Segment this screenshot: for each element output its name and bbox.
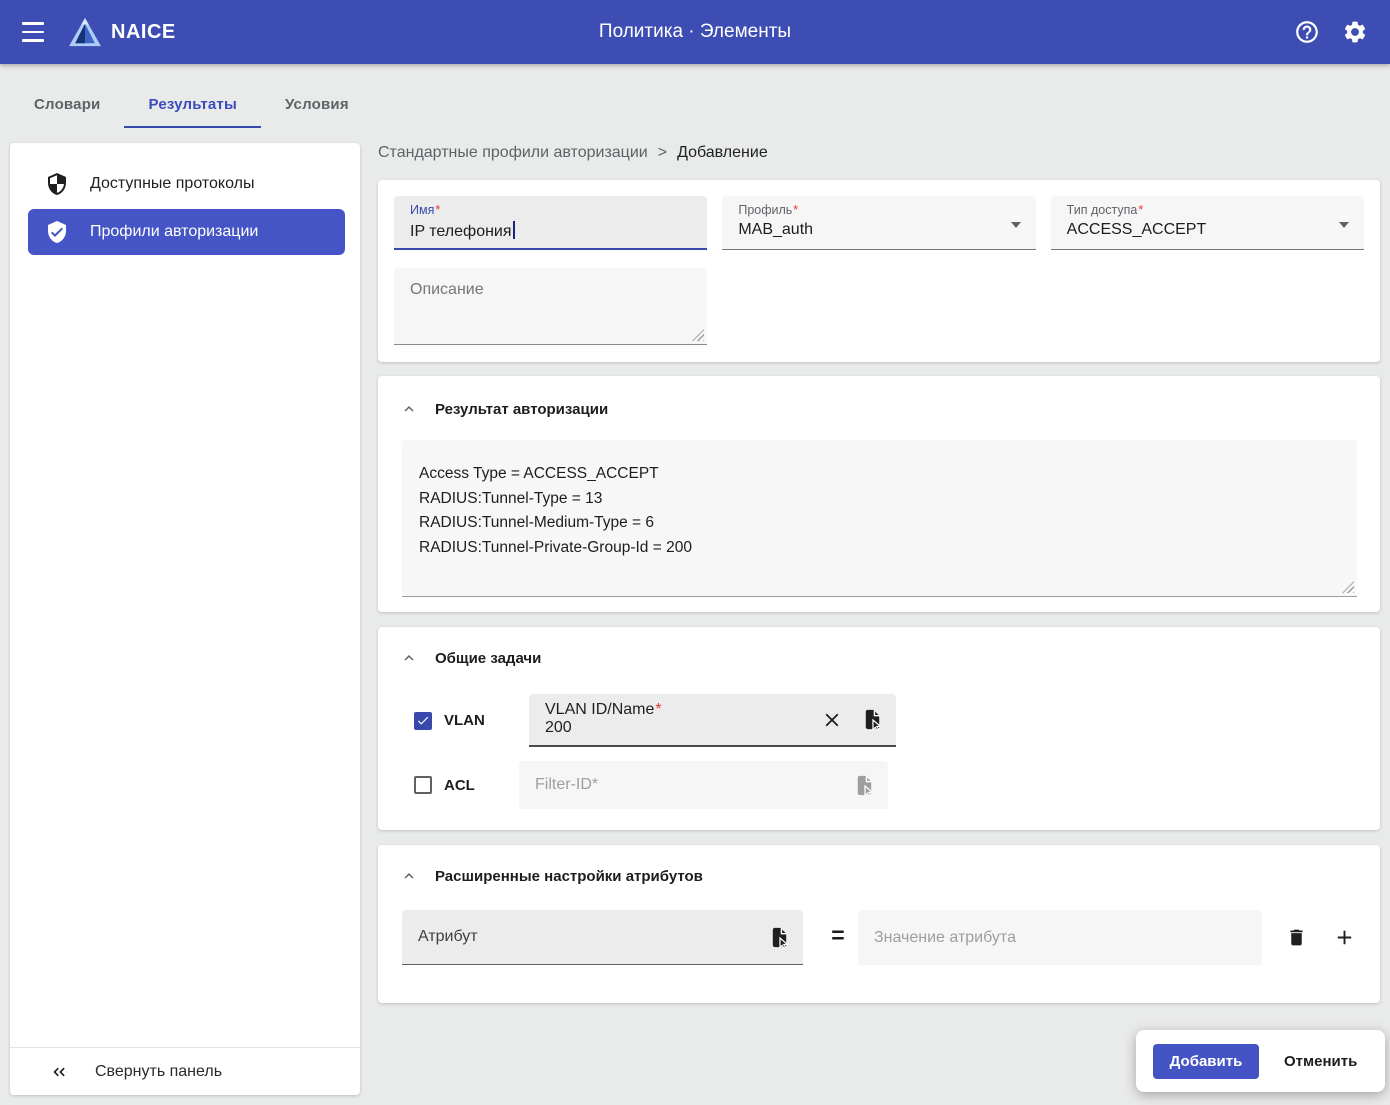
auth-result-card: Результат авторизации Access Type = ACCE… [378,376,1380,612]
tab-bar: Словари Результаты Условия [10,80,373,128]
required-asterisk: * [1138,203,1143,217]
description-textarea[interactable]: Описание [394,268,707,345]
name-field[interactable]: Имя* IP телефония [394,196,707,250]
profile-label: Профиль [738,203,792,217]
auth-result-text: Access Type = ACCESS_ACCEPT RADIUS:Tunne… [402,440,1357,582]
attribute-row: = [402,910,1356,965]
equals-sign: = [823,922,853,949]
shield-security-icon [45,172,69,196]
profile-select[interactable]: Профиль* MAB_auth [722,196,1035,250]
breadcrumb-current: Добавление [677,144,768,161]
sidebar: Доступные протоколы Профили авторизации … [10,143,360,1095]
collapse-panel-button[interactable]: Свернуть панель [10,1047,360,1095]
access-type-select[interactable]: Тип доступа* ACCESS_ACCEPT [1051,196,1364,250]
breadcrumb-parent[interactable]: Стандартные профили авторизации [378,144,648,161]
text-cursor [513,221,515,239]
attribute-field [402,910,803,965]
tab-dictionaries[interactable]: Словари [10,80,124,128]
advanced-attributes-card: Расширенные настройки атрибутов = [378,845,1380,1003]
vlan-task-row: VLAN VLAN ID/Name* 200 [414,694,485,747]
breadcrumb: Стандартные профили авторизации > Добавлен… [378,144,768,162]
filter-id-input[interactable] [535,776,844,794]
description-placeholder: Описание [394,268,707,312]
section-title: Общие задачи [435,650,541,667]
app-logo: NAICE [68,17,176,47]
appbar-actions [1294,19,1368,45]
double-chevron-left-icon [48,1062,68,1082]
menu-icon[interactable] [22,22,46,42]
gear-icon[interactable] [1342,19,1368,45]
required-asterisk: * [435,203,440,217]
app-header: NAICE Политика · Элементы [0,0,1390,64]
delete-icon[interactable] [1286,927,1307,948]
access-type-value: ACCESS_ACCEPT [1067,221,1348,239]
attribute-value-field [858,910,1262,965]
add-icon[interactable] [1333,926,1356,949]
acl-checkbox[interactable] [414,776,432,794]
profile-value: MAB_auth [738,221,1019,239]
vlan-id-label: VLAN ID/Name [545,701,654,718]
required-asterisk: * [655,701,661,718]
shield-check-icon [45,220,69,244]
breadcrumb-separator: > [658,144,667,161]
resize-handle-icon[interactable] [692,329,704,341]
tab-conditions[interactable]: Условия [261,80,373,128]
common-tasks-card: Общие задачи VLAN VLAN ID/Name* 200 ACL [378,627,1380,830]
tab-results[interactable]: Результаты [124,80,260,128]
sidebar-item-auth-profiles[interactable]: Профили авторизации [28,209,345,255]
attribute-input[interactable] [418,928,759,946]
collapse-panel-label: Свернуть панель [95,1063,222,1081]
sidebar-item-label: Профили авторизации [90,223,258,241]
section-title: Расширенные настройки атрибутов [435,868,703,885]
access-type-label: Тип доступа [1067,203,1138,217]
collapse-chevron-icon[interactable] [400,400,418,418]
sidebar-item-protocols[interactable]: Доступные протоколы [10,160,360,208]
logo-triangle-icon [68,17,102,47]
vlan-checkbox[interactable] [414,712,432,730]
sidebar-item-label: Доступные протоколы [90,175,254,193]
page-title: Политика · Элементы [0,21,1390,43]
dictionary-select-icon[interactable] [861,708,884,731]
name-value: IP телефония [410,223,512,240]
help-icon[interactable] [1294,19,1320,45]
app-name: NAICE [111,21,176,44]
chevron-down-icon[interactable] [1011,222,1021,228]
attribute-value-input[interactable] [874,929,1218,947]
clear-icon[interactable] [821,709,843,731]
vlan-checkbox-label: VLAN [444,712,485,729]
dictionary-select-icon[interactable] [768,926,791,949]
required-asterisk: * [793,203,798,217]
vlan-id-field[interactable]: VLAN ID/Name* 200 [529,694,896,747]
profile-form-card: Имя* IP телефония Профиль* MAB_auth Тип … [378,180,1380,362]
check-icon [416,713,430,728]
filter-id-field [519,761,888,809]
cancel-button[interactable]: Отменить [1284,1053,1357,1070]
collapse-chevron-icon[interactable] [400,649,418,667]
acl-checkbox-label: ACL [444,777,475,794]
dictionary-select-icon[interactable] [853,774,876,797]
vlan-id-value: 200 [545,719,812,737]
auth-result-textarea[interactable]: Access Type = ACCESS_ACCEPT RADIUS:Tunne… [402,440,1357,597]
name-label: Имя [410,203,434,217]
action-bar: Добавить Отменить [1136,1030,1385,1092]
chevron-down-icon[interactable] [1339,222,1349,228]
submit-button[interactable]: Добавить [1153,1044,1259,1079]
collapse-chevron-icon[interactable] [400,867,418,885]
resize-handle-icon[interactable] [1342,581,1354,593]
section-title: Результат авторизации [435,401,608,418]
acl-task-row: ACL [414,761,475,809]
